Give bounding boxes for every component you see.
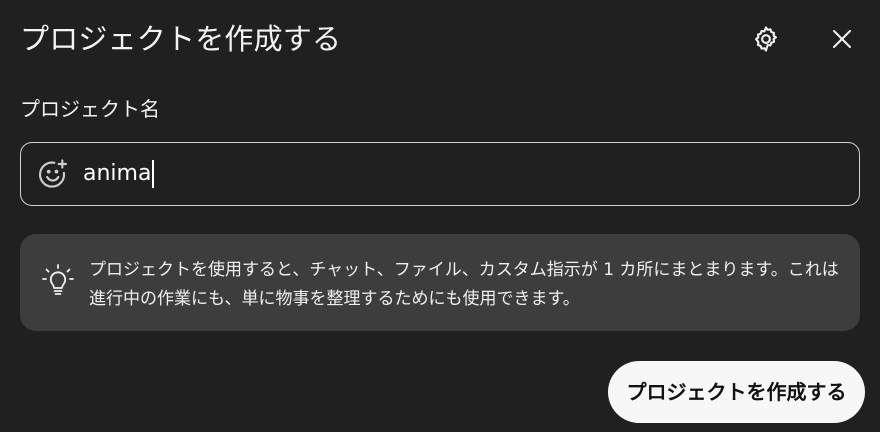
lightbulb-icon [42,264,74,295]
add-emoji-icon [39,159,68,188]
close-icon [833,30,851,48]
create-project-button[interactable]: プロジェクトを作成する [608,361,865,423]
add-emoji-button[interactable] [35,156,71,192]
create-project-dialog: プロジェクトを作成する プロジェクト名 anima プロジェクトを使用すると、チ… [0,0,880,432]
gear-icon [755,26,777,52]
project-name-input[interactable]: anima [83,159,155,189]
project-name-label: プロジェクト名 [20,97,160,121]
text-caret [152,160,155,188]
dialog-title: プロジェクトを作成する [20,22,342,56]
close-button[interactable] [822,19,862,59]
info-box: プロジェクトを使用すると、チャット、ファイル、カスタム指示が 1 カ所にまとまり… [20,234,860,331]
settings-button[interactable] [746,19,786,59]
info-text: プロジェクトを使用すると、チャット、ファイル、カスタム指示が 1 カ所にまとまり… [89,260,839,309]
project-name-field[interactable]: anima [20,142,860,206]
project-name-value: anima [83,161,152,186]
